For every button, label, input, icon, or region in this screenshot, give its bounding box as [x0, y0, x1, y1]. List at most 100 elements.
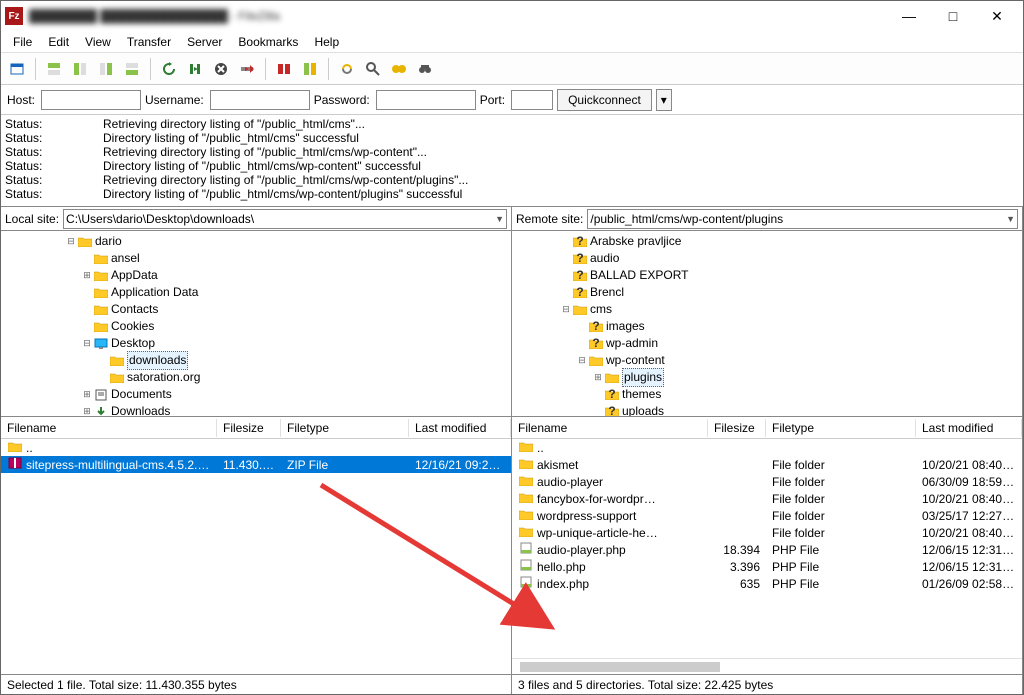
list-item[interactable]: audio-player.php18.394PHP File12/06/15 1… — [512, 541, 1022, 558]
message-log[interactable]: Status:Retrieving directory listing of "… — [1, 115, 1023, 207]
menu-server[interactable]: Server — [179, 33, 230, 51]
tree-node[interactable]: ⊞AppData — [1, 267, 511, 284]
expand-icon[interactable]: ⊞ — [81, 267, 93, 284]
collapse-icon[interactable]: ⊟ — [65, 233, 77, 250]
minimize-button[interactable]: — — [887, 2, 931, 30]
list-item[interactable]: wordpress-supportFile folder03/25/17 12:… — [512, 507, 1022, 524]
quickconnect-button[interactable]: Quickconnect — [557, 89, 652, 111]
sync-browse-button[interactable] — [335, 57, 359, 81]
tree-node[interactable]: ?BALLAD EXPORT — [512, 267, 1022, 284]
file-type: File folder — [766, 458, 916, 472]
remote-file-list[interactable]: ..akismetFile folder10/20/21 08:40:…audi… — [512, 439, 1022, 658]
toggle-remote-tree-button[interactable] — [94, 57, 118, 81]
list-item[interactable]: fancybox-for-wordpr…File folder10/20/21 … — [512, 490, 1022, 507]
col-filename[interactable]: Filename — [512, 419, 708, 437]
col-filesize[interactable]: Filesize — [708, 419, 766, 437]
toggle-queue-button[interactable] — [120, 57, 144, 81]
local-list-header[interactable]: Filename Filesize Filetype Last modified — [1, 417, 511, 439]
remote-hscroll[interactable] — [512, 658, 1022, 674]
expand-icon[interactable]: ⊞ — [81, 403, 93, 417]
col-filename[interactable]: Filename — [1, 419, 217, 437]
tree-node-label: ansel — [111, 250, 140, 267]
tree-node[interactable]: ?Brencl — [512, 284, 1022, 301]
filter-button[interactable] — [387, 57, 411, 81]
remote-tree[interactable]: ?Arabske pravljice?audio?BALLAD EXPORT?B… — [512, 231, 1022, 417]
tree-node[interactable]: ?images — [512, 318, 1022, 335]
tree-node[interactable]: satoration.org — [1, 369, 511, 386]
maximize-button[interactable]: □ — [931, 2, 975, 30]
site-manager-button[interactable] — [5, 57, 29, 81]
tree-node[interactable]: ansel — [1, 250, 511, 267]
refresh-button[interactable] — [157, 57, 181, 81]
compare-button[interactable] — [298, 57, 322, 81]
col-filetype[interactable]: Filetype — [281, 419, 409, 437]
list-item[interactable]: hello.php3.396PHP File12/06/15 12:31:… — [512, 558, 1022, 575]
tree-node[interactable]: ?audio — [512, 250, 1022, 267]
tree-node[interactable]: ⊟cms — [512, 301, 1022, 318]
port-input[interactable] — [511, 90, 553, 110]
menu-edit[interactable]: Edit — [40, 33, 77, 51]
tree-node[interactable]: Application Data — [1, 284, 511, 301]
tree-node[interactable]: downloads — [1, 352, 511, 369]
tree-node[interactable]: ⊟dario — [1, 233, 511, 250]
reconnect-button[interactable] — [272, 57, 296, 81]
menu-transfer[interactable]: Transfer — [119, 33, 179, 51]
quickconnect-dropdown[interactable]: ▾ — [656, 89, 672, 111]
col-filetype[interactable]: Filetype — [766, 419, 916, 437]
password-input[interactable] — [376, 90, 476, 110]
col-filesize[interactable]: Filesize — [217, 419, 281, 437]
list-item[interactable]: .. — [512, 439, 1022, 456]
tree-node[interactable]: Cookies — [1, 318, 511, 335]
menu-help[interactable]: Help — [306, 33, 347, 51]
menu-file[interactable]: File — [5, 33, 40, 51]
disconnect-button[interactable] — [235, 57, 259, 81]
binoculars-button[interactable] — [413, 57, 437, 81]
menu-bookmarks[interactable]: Bookmarks — [230, 33, 306, 51]
tree-node[interactable]: ?themes — [512, 386, 1022, 403]
list-item[interactable]: akismetFile folder10/20/21 08:40:… — [512, 456, 1022, 473]
local-status: Selected 1 file. Total size: 11.430.355 … — [1, 674, 511, 694]
col-modified[interactable]: Last modified — [916, 419, 1022, 437]
tree-node[interactable]: ⊞plugins — [512, 369, 1022, 386]
username-input[interactable] — [210, 90, 310, 110]
tree-node[interactable]: ?uploads — [512, 403, 1022, 417]
tree-node[interactable]: ⊟wp-content — [512, 352, 1022, 369]
col-modified[interactable]: Last modified — [409, 419, 511, 437]
tree-node[interactable]: ?wp-admin — [512, 335, 1022, 352]
scrollbar-thumb[interactable] — [520, 662, 720, 672]
expand-icon[interactable]: ⊞ — [81, 386, 93, 403]
log-line: Status:Retrieving directory listing of "… — [5, 145, 1019, 159]
menu-view[interactable]: View — [77, 33, 119, 51]
svg-text:?: ? — [576, 270, 583, 281]
cancel-button[interactable] — [209, 57, 233, 81]
collapse-icon[interactable]: ⊟ — [560, 301, 572, 318]
tree-node[interactable]: Contacts — [1, 301, 511, 318]
search-button[interactable] — [361, 57, 385, 81]
tree-node[interactable]: ⊞Documents — [1, 386, 511, 403]
list-item[interactable]: index.php635PHP File01/26/09 02:58:… — [512, 575, 1022, 592]
local-tree[interactable]: ⊟darioansel⊞AppDataApplication DataConta… — [1, 231, 511, 417]
list-item[interactable]: sitepress-multilingual-cms.4.5.2.zip11.4… — [1, 456, 511, 473]
toggle-log-button[interactable] — [42, 57, 66, 81]
up-icon — [7, 441, 23, 452]
process-queue-button[interactable] — [183, 57, 207, 81]
close-button[interactable]: ✕ — [975, 2, 1019, 30]
tree-node[interactable]: ⊟Desktop — [1, 335, 511, 352]
list-item[interactable]: audio-playerFile folder06/30/09 18:59:… — [512, 473, 1022, 490]
expand-icon[interactable]: ⊞ — [592, 369, 604, 386]
file-name: .. — [537, 441, 544, 455]
list-item[interactable]: wp-unique-article-he…File folder10/20/21… — [512, 524, 1022, 541]
local-file-list[interactable]: ..sitepress-multilingual-cms.4.5.2.zip11… — [1, 439, 511, 674]
remote-list-header[interactable]: Filename Filesize Filetype Last modified — [512, 417, 1022, 439]
local-path-combo[interactable]: C:\Users\dario\Desktop\downloads\ ▼ — [63, 209, 507, 229]
tree-node[interactable]: ⊞Downloads — [1, 403, 511, 417]
toggle-tree-button[interactable] — [68, 57, 92, 81]
file-name: index.php — [537, 577, 589, 591]
remote-site-label: Remote site: — [516, 212, 583, 226]
collapse-icon[interactable]: ⊟ — [576, 352, 588, 369]
remote-path-combo[interactable]: /public_html/cms/wp-content/plugins ▼ — [587, 209, 1018, 229]
collapse-icon[interactable]: ⊟ — [81, 335, 93, 352]
list-item[interactable]: .. — [1, 439, 511, 456]
tree-node[interactable]: ?Arabske pravljice — [512, 233, 1022, 250]
host-input[interactable] — [41, 90, 141, 110]
